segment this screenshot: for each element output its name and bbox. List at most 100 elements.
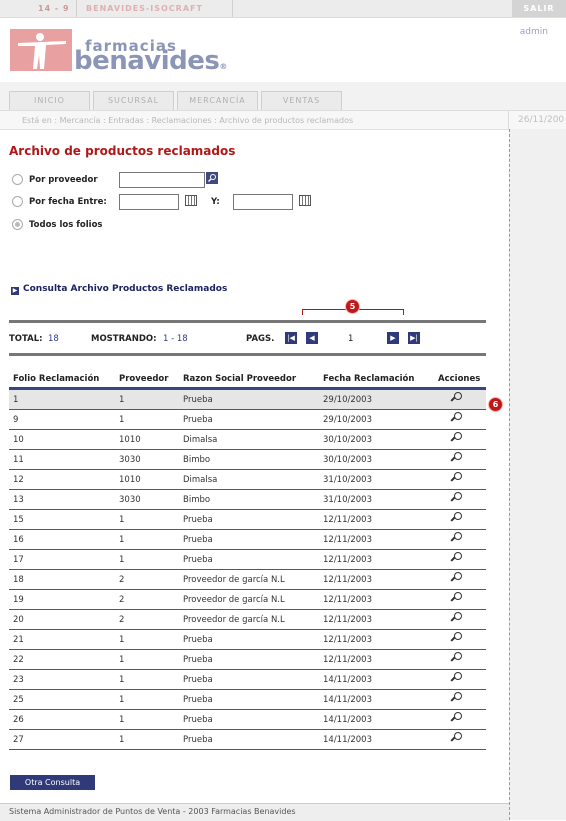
cell-folio: 23 [9, 669, 115, 690]
cell-date: 14/11/2003 [319, 729, 434, 750]
table-row: 12 1010 Dimalsa 31/10/2003 [9, 469, 486, 490]
user-name: admin [519, 27, 548, 37]
view-detail-icon[interactable] [450, 551, 463, 565]
last-page-button[interactable]: ▶| [408, 332, 420, 344]
cell-date: 12/11/2003 [319, 609, 434, 630]
next-page-button[interactable]: ▶ [387, 332, 399, 344]
col-actions: Acciones [434, 370, 486, 390]
table-row: 19 2 Proveedor de garcía N.L 12/11/2003 [9, 589, 486, 610]
table-row: 10 1010 Dimalsa 30/10/2003 [9, 429, 486, 450]
other-query-button[interactable]: Otra Consulta [10, 775, 95, 790]
first-page-button[interactable]: |◀ [285, 332, 297, 344]
header: farmacias benavides® admin [0, 18, 566, 82]
label-by-provider: Por proveedor [29, 175, 98, 185]
cell-actions [434, 709, 486, 730]
view-detail-icon[interactable] [450, 651, 463, 665]
cell-actions [434, 549, 486, 570]
cell-provider: 1010 [115, 469, 179, 490]
divider [9, 353, 486, 356]
view-detail-icon[interactable] [450, 631, 463, 645]
tab-mercancia[interactable]: MERCANCÍA [177, 91, 258, 110]
radio-by-provider[interactable] [12, 174, 23, 185]
cell-folio: 1 [9, 388, 115, 410]
view-detail-icon[interactable] [450, 471, 463, 485]
table-row: 13 3030 Bimbo 31/10/2003 [9, 489, 486, 510]
tab-ventas[interactable]: VENTAS [261, 91, 342, 110]
cell-company: Bimbo [179, 489, 319, 510]
view-detail-icon[interactable] [450, 691, 463, 705]
cell-company: Prueba [179, 388, 319, 410]
date-from-input[interactable] [119, 194, 179, 210]
view-detail-icon[interactable] [450, 731, 463, 745]
cell-provider: 2 [115, 589, 179, 610]
footer-text: Sistema Administrador de Puntos de Venta… [9, 807, 296, 816]
cell-company: Prueba [179, 629, 319, 650]
cell-date: 31/10/2003 [319, 489, 434, 510]
view-detail-icon[interactable] [450, 431, 463, 445]
view-detail-icon[interactable] [450, 411, 463, 425]
tab-sucursal[interactable]: SUCURSAL [93, 91, 174, 110]
table-row: 26 1 Prueba 14/11/2003 [9, 709, 486, 730]
radio-by-date[interactable] [12, 196, 23, 207]
cell-actions [434, 388, 486, 410]
view-detail-icon[interactable] [450, 391, 463, 405]
table-row: 17 1 Prueba 12/11/2003 [9, 549, 486, 570]
current-page: 1 [348, 334, 354, 344]
cell-provider: 3030 [115, 449, 179, 470]
cell-folio: 9 [9, 409, 115, 430]
view-detail-icon[interactable] [450, 571, 463, 585]
cell-folio: 27 [9, 729, 115, 750]
table-row: 25 1 Prueba 14/11/2003 [9, 689, 486, 710]
view-detail-icon[interactable] [450, 451, 463, 465]
cell-provider: 1010 [115, 429, 179, 450]
showing-value: 1 - 18 [163, 334, 188, 344]
logout-button[interactable]: SALIR [512, 0, 566, 17]
table-row: 11 3030 Bimbo 30/10/2003 [9, 449, 486, 470]
calendar-icon[interactable] [299, 195, 311, 206]
pagination-bar: TOTAL: 18 MOSTRANDO: 1 - 18 PAGS. |◀ ◀ 1… [9, 329, 486, 349]
cell-actions [434, 629, 486, 650]
cell-actions [434, 429, 486, 450]
view-detail-icon[interactable] [450, 511, 463, 525]
table-row: 16 1 Prueba 12/11/2003 [9, 529, 486, 550]
cell-actions [434, 449, 486, 470]
view-detail-icon[interactable] [450, 591, 463, 605]
cell-actions [434, 489, 486, 510]
cell-date: 12/11/2003 [319, 509, 434, 530]
cell-actions [434, 609, 486, 630]
col-folio: Folio Reclamación [9, 370, 115, 390]
table-row: 1 1 Prueba 29/10/2003 [9, 388, 486, 410]
cell-provider: 1 [115, 689, 179, 710]
cell-folio: 11 [9, 449, 115, 470]
view-detail-icon[interactable] [450, 671, 463, 685]
cell-date: 14/11/2003 [319, 669, 434, 690]
cell-provider: 1 [115, 388, 179, 410]
table-row: 20 2 Proveedor de garcía N.L 12/11/2003 [9, 609, 486, 630]
cell-company: Dimalsa [179, 429, 319, 450]
cell-provider: 1 [115, 649, 179, 670]
radio-all-folios[interactable] [12, 219, 23, 230]
cell-company: Prueba [179, 409, 319, 430]
prev-page-button[interactable]: ◀ [306, 332, 318, 344]
cell-date: 14/11/2003 [319, 689, 434, 710]
search-provider-button[interactable] [206, 172, 218, 184]
view-detail-icon[interactable] [450, 491, 463, 505]
store-code: 14 - 9 [38, 4, 70, 13]
provider-input[interactable] [119, 172, 205, 188]
cell-folio: 16 [9, 529, 115, 550]
view-detail-icon[interactable] [450, 711, 463, 725]
tab-inicio[interactable]: INICIO [9, 91, 90, 110]
cell-actions [434, 469, 486, 490]
cell-date: 12/11/2003 [319, 649, 434, 670]
page-title: Archivo de productos reclamados [9, 144, 236, 158]
calendar-icon[interactable] [185, 195, 197, 206]
cell-date: 12/11/2003 [319, 569, 434, 590]
cell-folio: 15 [9, 509, 115, 530]
view-detail-icon[interactable] [450, 611, 463, 625]
col-company: Razon Social Proveedor [179, 370, 319, 390]
view-detail-icon[interactable] [450, 531, 463, 545]
divider [76, 0, 77, 17]
date-to-input[interactable] [233, 194, 293, 210]
label-by-date: Por fecha Entre: [29, 197, 107, 207]
cell-provider: 1 [115, 529, 179, 550]
